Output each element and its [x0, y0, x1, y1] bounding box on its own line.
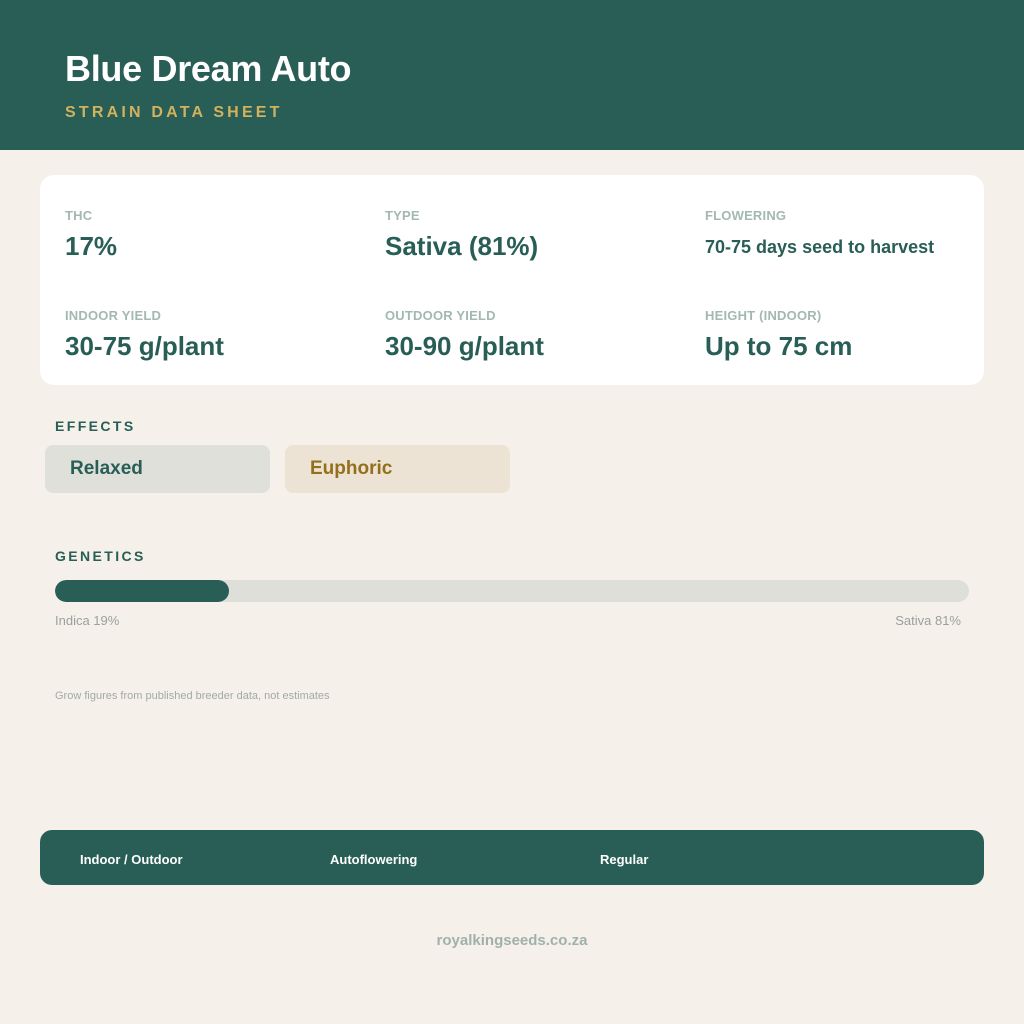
stat-value: 70-75 days seed to harvest — [705, 237, 935, 257]
page-subtitle: STRAIN DATA SHEET — [65, 104, 283, 121]
stat-indoor-yield: INDOOR YIELD 30-75 g/plant — [65, 308, 224, 362]
stat-label: THC — [65, 208, 93, 223]
stat-flowering: FLOWERING 70-75 days seed to harvest — [705, 208, 934, 258]
stat-value: 30-90 g/plant — [385, 331, 544, 361]
header-banner: Blue Dream Auto STRAIN DATA SHEET — [0, 0, 1024, 150]
sativa-label: Sativa 81% — [895, 613, 961, 628]
stat-outdoor-yield: OUTDOOR YIELD 30-90 g/plant — [385, 308, 544, 362]
stat-label: INDOOR YIELD — [65, 308, 162, 323]
genetics-bar — [55, 580, 969, 602]
stat-type: TYPE Sativa (81%) — [385, 208, 538, 262]
stat-value: Sativa (81%) — [385, 231, 539, 261]
stats-card: THC 17% TYPE Sativa (81%) FLOWERING 70-7… — [40, 175, 984, 385]
footer-item-flowering-type: Autoflowering — [330, 852, 418, 867]
data-note: Grow figures from published breeder data… — [55, 690, 330, 702]
stat-label: OUTDOOR YIELD — [385, 308, 496, 323]
stat-label: FLOWERING — [705, 208, 787, 223]
stat-height: HEIGHT (INDOOR) Up to 75 cm — [705, 308, 852, 362]
stat-label: TYPE — [385, 208, 420, 223]
effect-chip-euphoric: Euphoric — [285, 445, 510, 493]
indica-label: Indica 19% — [55, 613, 120, 628]
stat-label: HEIGHT (INDOOR) — [705, 308, 822, 323]
stat-value: 30-75 g/plant — [65, 331, 224, 361]
footer-item-seed-type: Regular — [600, 852, 649, 867]
page-title: Blue Dream Auto — [65, 48, 352, 89]
stat-thc: THC 17% — [65, 208, 117, 262]
stat-value: Up to 75 cm — [705, 331, 853, 361]
website-link[interactable]: royalkingseeds.co.za — [0, 932, 1024, 949]
genetics-heading: GENETICS — [55, 548, 146, 564]
stat-value: 17% — [65, 231, 118, 261]
footer-item-environment: Indoor / Outdoor — [80, 852, 183, 867]
footer-bar: Indoor / Outdoor Autoflowering Regular — [40, 830, 984, 885]
effects-heading: EFFECTS — [55, 418, 136, 434]
genetics-bar-indica-fill — [55, 580, 229, 602]
effect-chip-relaxed: Relaxed — [45, 445, 270, 493]
